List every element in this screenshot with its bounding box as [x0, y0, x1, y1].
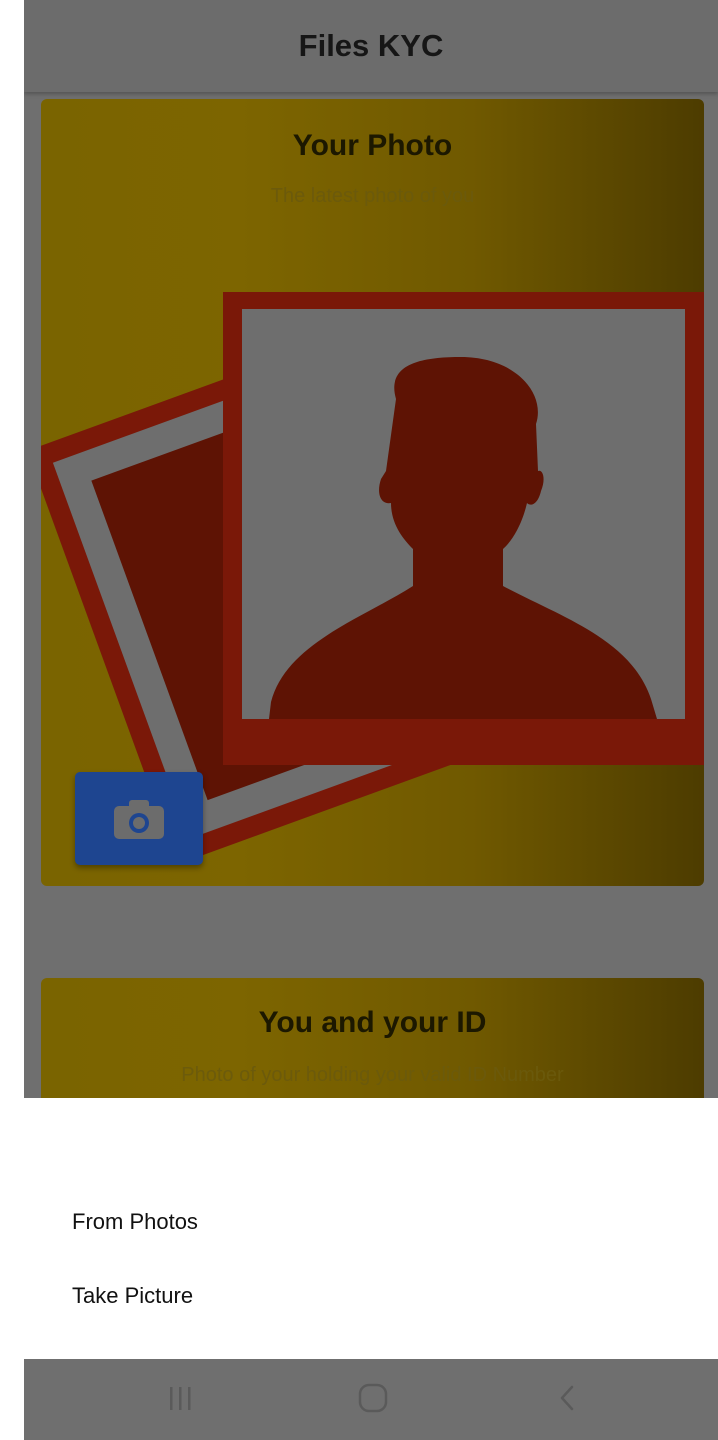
home-icon[interactable] — [356, 1377, 390, 1421]
page-title: Files KYC — [298, 28, 444, 63]
camera-icon — [114, 799, 164, 839]
recents-icon[interactable] — [166, 1377, 196, 1421]
back-icon[interactable] — [556, 1377, 580, 1421]
you-and-id-title: You and your ID — [258, 1006, 487, 1039]
from-photos-option[interactable]: From Photos — [72, 1209, 198, 1235]
app-screen-dimmed: Files KYC Your Photo The latest photo of… — [24, 0, 718, 1098]
camera-button[interactable] — [75, 772, 203, 865]
photo-placeholder-illustration — [41, 292, 704, 865]
you-and-id-subtitle: Photo of your holding your valid ID Numb… — [181, 1064, 564, 1086]
app-bar: Files KYC — [24, 0, 718, 92]
take-picture-option[interactable]: Take Picture — [72, 1283, 193, 1309]
system-navigation-bar — [24, 1359, 718, 1440]
image-source-sheet: From Photos Take Picture — [24, 1098, 718, 1359]
your-photo-card: Your Photo The latest photo of you — [41, 99, 704, 886]
you-and-id-card: You and your ID Photo of your holding yo… — [41, 978, 704, 1098]
